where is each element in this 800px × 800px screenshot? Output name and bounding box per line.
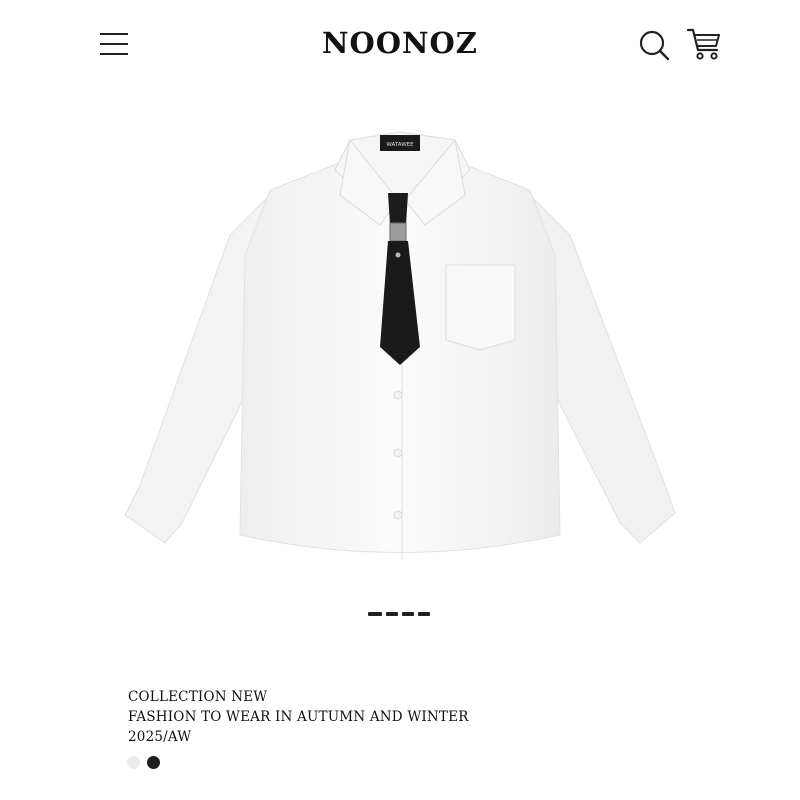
product-image[interactable]: WATAWEE (110, 115, 690, 575)
search-button[interactable] (637, 28, 671, 62)
cart-button[interactable] (686, 26, 724, 62)
carousel-dot[interactable] (418, 612, 430, 616)
svg-text:WATAWEE: WATAWEE (386, 142, 414, 148)
carousel-dot[interactable] (368, 612, 382, 616)
search-icon (639, 30, 670, 61)
shopping-cart-icon (686, 28, 720, 60)
season-code: 2025/AW (128, 729, 192, 745)
season-tagline: FASHION TO WEAR IN AUTUMN AND WINTER (128, 709, 469, 725)
color-swatches (127, 756, 160, 769)
collection-label: COLLECTION NEW (128, 689, 268, 705)
brand-logo[interactable]: NOONOZ (0, 26, 800, 60)
color-swatch-black[interactable] (147, 756, 160, 769)
carousel-dot[interactable] (402, 612, 414, 616)
shirt-illustration: WATAWEE (124, 131, 676, 560)
carousel-dot[interactable] (386, 612, 398, 616)
top-bar: NOONOZ (0, 0, 800, 90)
product-description: COLLECTION NEW FASHION TO WEAR IN AUTUMN… (128, 687, 469, 747)
carousel-indicator (368, 612, 430, 618)
color-swatch-white[interactable] (127, 756, 140, 769)
